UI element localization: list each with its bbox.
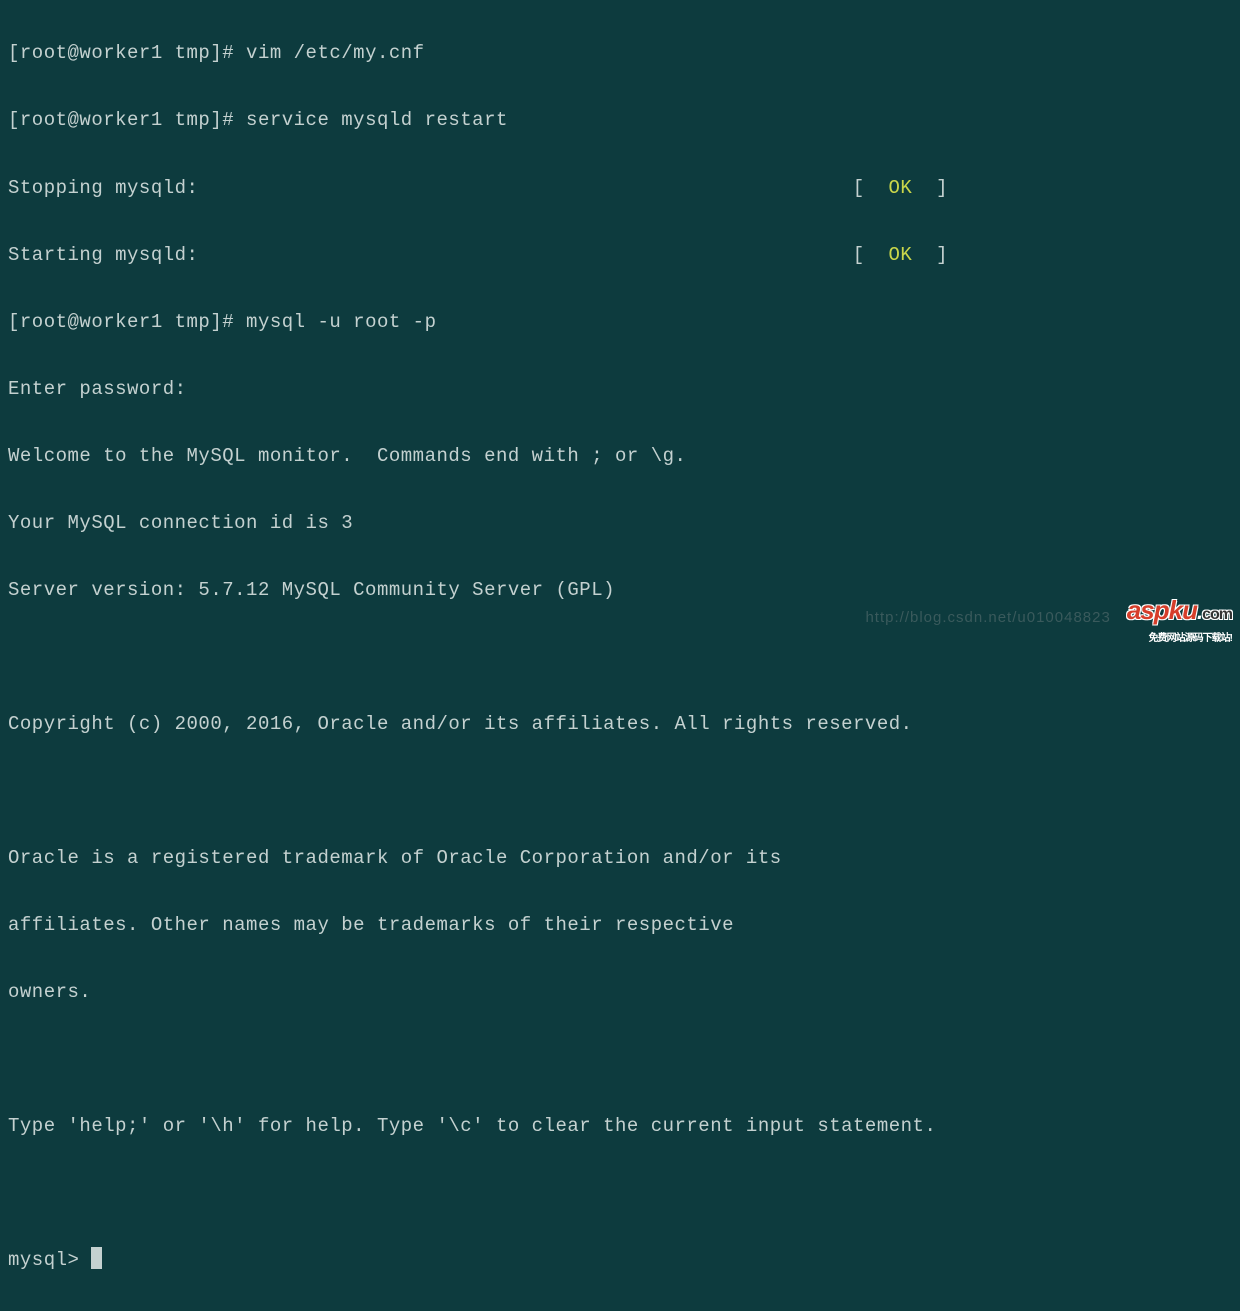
terminal-line-1: [root@worker1 tmp]# vim /etc/my.cnf [8, 37, 1232, 71]
watermark: http://blog.csdn.net/u010048823 aspku.co… [865, 588, 1232, 648]
cursor-icon [91, 1247, 102, 1269]
command-text: mysql -u root -p [246, 311, 436, 333]
mysql-trademark-3: owners. [8, 976, 1232, 1010]
shell-prompt: [root@worker1 tmp]# [8, 311, 246, 333]
terminal-line-5: [root@worker1 tmp]# mysql -u root -p [8, 306, 1232, 340]
command-text: vim /etc/my.cnf [246, 42, 425, 64]
blog-url-text: http://blog.csdn.net/u010048823 [865, 605, 1110, 631]
status-result: [ OK ] [853, 172, 948, 206]
status-label: Starting mysqld: [8, 239, 198, 273]
terminal-line-2: [root@worker1 tmp]# service mysqld resta… [8, 104, 1232, 138]
blank-line [8, 1177, 1232, 1211]
blank-line [8, 775, 1232, 809]
mysql-trademark-1: Oracle is a registered trademark of Orac… [8, 842, 1232, 876]
password-prompt: Enter password: [8, 373, 1232, 407]
status-result: [ OK ] [853, 239, 948, 273]
blank-line [8, 1043, 1232, 1077]
status-line-stopping: Stopping mysqld: [ OK ] [8, 172, 948, 206]
ok-text: OK [888, 244, 912, 266]
mysql-connection: Your MySQL connection id is 3 [8, 507, 1232, 541]
command-text: service mysqld restart [246, 109, 508, 131]
mysql-welcome: Welcome to the MySQL monitor. Commands e… [8, 440, 1232, 474]
mysql-trademark-2: affiliates. Other names may be trademark… [8, 909, 1232, 943]
status-label: Stopping mysqld: [8, 172, 198, 206]
mysql-prompt: mysql> [8, 1249, 91, 1271]
aspku-tagline: 免费网站源码下载站! [1127, 630, 1232, 648]
aspku-logo: aspku.com 免费网站源码下载站! [1127, 588, 1232, 648]
terminal-output[interactable]: [root@worker1 tmp]# vim /etc/my.cnf [roo… [8, 4, 1232, 1311]
status-line-starting: Starting mysqld: [ OK ] [8, 239, 948, 273]
shell-prompt: [root@worker1 tmp]# [8, 42, 246, 64]
mysql-prompt-line[interactable]: mysql> [8, 1244, 1232, 1278]
ok-text: OK [888, 177, 912, 199]
shell-prompt: [root@worker1 tmp]# [8, 109, 246, 131]
mysql-help: Type 'help;' or '\h' for help. Type '\c'… [8, 1110, 1232, 1144]
mysql-copyright: Copyright (c) 2000, 2016, Oracle and/or … [8, 708, 1232, 742]
